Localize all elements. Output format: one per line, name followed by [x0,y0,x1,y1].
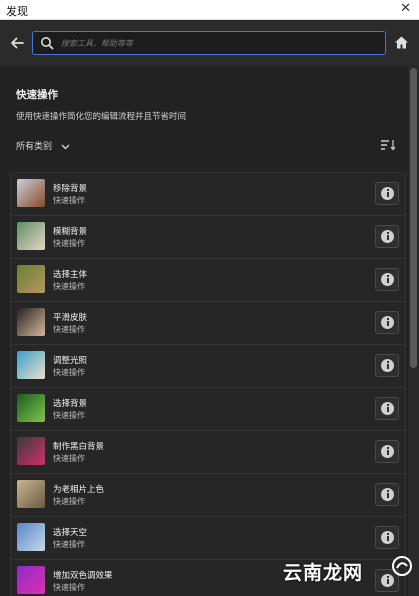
action-row[interactable]: 制作黑白背景 快速操作 [11,431,405,474]
action-name: 调整光照 [53,356,88,366]
action-name: 为老相片上色 [53,485,105,495]
action-row[interactable]: 为老相片上色 快速操作 [11,474,405,517]
info-button[interactable] [375,483,399,506]
section-description: 使用快速操作简化您的编辑流程并且节省时间 [16,112,187,122]
search-box[interactable] [32,31,386,55]
action-name: 制作黑白背景 [53,442,105,452]
info-button[interactable] [375,397,399,420]
action-thumbnail [17,351,45,379]
info-button[interactable] [375,225,399,248]
action-row[interactable]: 移除背景 快速操作 [11,173,405,216]
info-icon [381,230,394,243]
scrollbar[interactable] [408,66,419,596]
category-filter-dropdown[interactable]: 所有类别 [16,139,70,153]
chevron-down-icon [61,144,70,149]
action-subtitle: 快速操作 [53,196,85,205]
action-thumbnail [17,523,45,551]
action-row[interactable]: 选择主体 快速操作 [11,259,405,302]
info-button[interactable] [375,526,399,549]
action-thumbnail [17,394,45,422]
search-icon [41,37,54,50]
info-icon [381,531,394,544]
action-thumbnail [17,179,45,207]
action-subtitle: 快速操作 [53,239,85,248]
action-subtitle: 快速操作 [53,583,85,592]
dragon-logo-icon [392,556,412,576]
section-title: 快速操作 [16,89,58,101]
scrollbar-thumb[interactable] [410,68,417,368]
search-input[interactable] [61,35,379,51]
action-row[interactable]: 模糊背景 快速操作 [11,216,405,259]
info-icon [381,316,394,329]
info-button[interactable] [375,268,399,291]
info-icon [381,402,394,415]
info-button[interactable] [375,354,399,377]
action-thumbnail [17,480,45,508]
close-icon[interactable]: ✕ [400,1,411,16]
content-panel: 快速操作 使用快速操作简化您的编辑流程并且节省时间 所有类别 移除背景 快速操作模… [0,66,419,596]
arrow-left-icon[interactable] [9,35,25,51]
action-thumbnail [17,265,45,293]
action-name: 选择主体 [53,270,88,280]
window-title: 发现 [6,5,28,18]
info-icon [381,273,394,286]
action-thumbnail [17,222,45,250]
action-name: 增加双色调效果 [53,571,113,581]
action-subtitle: 快速操作 [53,411,85,420]
action-thumbnail [17,566,45,594]
action-subtitle: 快速操作 [53,454,85,463]
action-row[interactable]: 调整光照 快速操作 [11,345,405,388]
info-button[interactable] [375,311,399,334]
action-subtitle: 快速操作 [53,540,85,549]
action-subtitle: 快速操作 [53,325,85,334]
action-name: 平滑皮肤 [53,313,88,323]
info-icon [381,359,394,372]
info-button[interactable] [375,440,399,463]
watermark-text: 云南龙网 [283,562,364,584]
category-filter-label: 所有类别 [16,142,53,152]
sort-icon[interactable] [380,139,396,151]
window-titlebar: 发现 ✕ [0,0,419,20]
action-name: 模糊背景 [53,227,88,237]
action-row[interactable]: 选择背景 快速操作 [11,388,405,431]
top-bar [0,20,419,66]
action-name: 移除背景 [53,184,88,194]
info-icon [381,445,394,458]
action-thumbnail [17,437,45,465]
action-subtitle: 快速操作 [53,497,85,506]
home-icon[interactable] [394,35,409,50]
quick-actions-list: 移除背景 快速操作 模糊背景 快速操作 选择主体 快速操作 平滑皮肤 快速操作 调整光照 快速操作… [10,172,406,596]
action-name: 选择天空 [53,528,88,538]
action-name: 选择背景 [53,399,88,409]
info-button[interactable] [375,182,399,205]
info-icon [381,187,394,200]
info-icon [381,488,394,501]
action-row[interactable]: 平滑皮肤 快速操作 [11,302,405,345]
watermark-logo: 云南龙网 [283,553,415,589]
action-subtitle: 快速操作 [53,368,85,377]
action-thumbnail [17,308,45,336]
action-subtitle: 快速操作 [53,282,85,291]
